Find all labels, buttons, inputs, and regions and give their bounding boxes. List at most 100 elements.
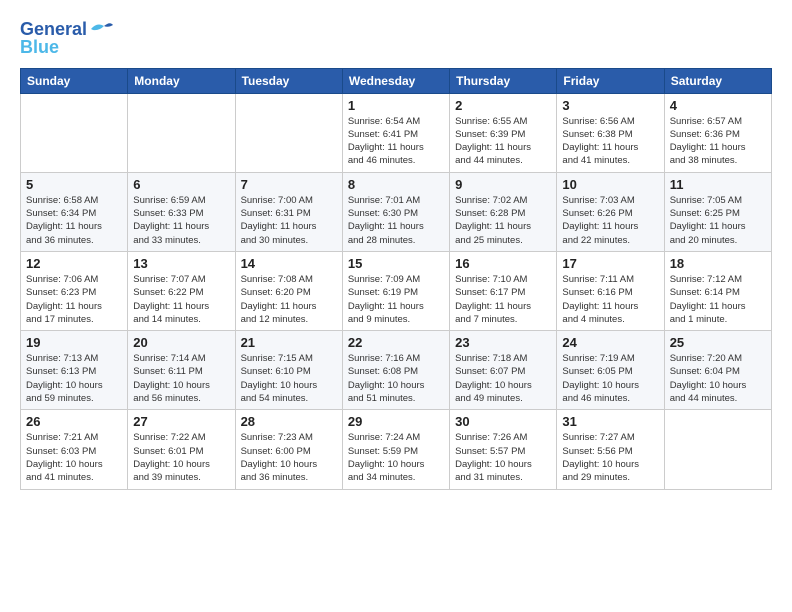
day-info: Sunrise: 7:11 AM Sunset: 6:16 PM Dayligh… xyxy=(562,273,658,326)
calendar-cell: 21 Sunrise: 7:15 AM Sunset: 6:10 PM Dayli… xyxy=(235,331,342,410)
calendar-cell: 4 Sunrise: 6:57 AM Sunset: 6:36 PM Daylig… xyxy=(664,93,771,172)
day-info: Sunrise: 7:10 AM Sunset: 6:17 PM Dayligh… xyxy=(455,273,551,326)
day-number: 18 xyxy=(670,256,766,271)
day-header-sunday: Sunday xyxy=(21,68,128,93)
day-number: 2 xyxy=(455,98,551,113)
day-info: Sunrise: 6:58 AM Sunset: 6:34 PM Dayligh… xyxy=(26,194,122,247)
day-number: 31 xyxy=(562,414,658,429)
day-info: Sunrise: 7:15 AM Sunset: 6:10 PM Dayligh… xyxy=(241,352,337,405)
day-number: 16 xyxy=(455,256,551,271)
calendar-cell: 13 Sunrise: 7:07 AM Sunset: 6:22 PM Dayli… xyxy=(128,251,235,330)
day-header-wednesday: Wednesday xyxy=(342,68,449,93)
calendar-cell: 14 Sunrise: 7:08 AM Sunset: 6:20 PM Dayli… xyxy=(235,251,342,330)
calendar-cell: 1 Sunrise: 6:54 AM Sunset: 6:41 PM Daylig… xyxy=(342,93,449,172)
day-number: 4 xyxy=(670,98,766,113)
day-number: 28 xyxy=(241,414,337,429)
day-info: Sunrise: 7:05 AM Sunset: 6:25 PM Dayligh… xyxy=(670,194,766,247)
day-info: Sunrise: 7:07 AM Sunset: 6:22 PM Dayligh… xyxy=(133,273,229,326)
logo-blue: Blue xyxy=(20,38,113,58)
day-number: 23 xyxy=(455,335,551,350)
calendar-cell: 18 Sunrise: 7:12 AM Sunset: 6:14 PM Dayli… xyxy=(664,251,771,330)
day-number: 22 xyxy=(348,335,444,350)
day-info: Sunrise: 7:23 AM Sunset: 6:00 PM Dayligh… xyxy=(241,431,337,484)
calendar-cell xyxy=(235,93,342,172)
day-number: 15 xyxy=(348,256,444,271)
calendar-week-5: 26 Sunrise: 7:21 AM Sunset: 6:03 PM Dayli… xyxy=(21,410,772,489)
day-info: Sunrise: 7:01 AM Sunset: 6:30 PM Dayligh… xyxy=(348,194,444,247)
day-header-saturday: Saturday xyxy=(664,68,771,93)
day-number: 26 xyxy=(26,414,122,429)
calendar-cell: 22Sunrise: 7:16 AM Sunset: 6:08 PM Dayli… xyxy=(342,331,449,410)
day-info: Sunrise: 7:26 AM Sunset: 5:57 PM Dayligh… xyxy=(455,431,551,484)
calendar-cell: 20 Sunrise: 7:14 AM Sunset: 6:11 PM Dayli… xyxy=(128,331,235,410)
day-info: Sunrise: 7:22 AM Sunset: 6:01 PM Dayligh… xyxy=(133,431,229,484)
page-header: General Blue xyxy=(20,20,772,58)
calendar-cell xyxy=(21,93,128,172)
day-number: 14 xyxy=(241,256,337,271)
day-number: 10 xyxy=(562,177,658,192)
calendar-cell: 17 Sunrise: 7:11 AM Sunset: 6:16 PM Dayli… xyxy=(557,251,664,330)
calendar-cell: 10 Sunrise: 7:03 AM Sunset: 6:26 PM Dayli… xyxy=(557,172,664,251)
calendar-cell: 8Sunrise: 7:01 AM Sunset: 6:30 PM Daylig… xyxy=(342,172,449,251)
day-info: Sunrise: 7:21 AM Sunset: 6:03 PM Dayligh… xyxy=(26,431,122,484)
day-number: 9 xyxy=(455,177,551,192)
day-number: 27 xyxy=(133,414,229,429)
calendar-cell: 15 Sunrise: 7:09 AM Sunset: 6:19 PM Dayli… xyxy=(342,251,449,330)
calendar-cell: 2 Sunrise: 6:55 AM Sunset: 6:39 PM Daylig… xyxy=(450,93,557,172)
calendar-cell: 26 Sunrise: 7:21 AM Sunset: 6:03 PM Dayli… xyxy=(21,410,128,489)
day-number: 6 xyxy=(133,177,229,192)
calendar-cell: 5 Sunrise: 6:58 AM Sunset: 6:34 PM Daylig… xyxy=(21,172,128,251)
day-info: Sunrise: 7:08 AM Sunset: 6:20 PM Dayligh… xyxy=(241,273,337,326)
calendar-week-4: 19Sunrise: 7:13 AM Sunset: 6:13 PM Dayli… xyxy=(21,331,772,410)
calendar-cell: 7 Sunrise: 7:00 AM Sunset: 6:31 PM Daylig… xyxy=(235,172,342,251)
day-number: 7 xyxy=(241,177,337,192)
day-number: 25 xyxy=(670,335,766,350)
day-number: 17 xyxy=(562,256,658,271)
day-number: 29 xyxy=(348,414,444,429)
day-info: Sunrise: 7:03 AM Sunset: 6:26 PM Dayligh… xyxy=(562,194,658,247)
calendar-cell: 27 Sunrise: 7:22 AM Sunset: 6:01 PM Dayli… xyxy=(128,410,235,489)
logo: General Blue xyxy=(20,20,113,58)
day-info: Sunrise: 6:55 AM Sunset: 6:39 PM Dayligh… xyxy=(455,115,551,168)
day-number: 1 xyxy=(348,98,444,113)
day-header-friday: Friday xyxy=(557,68,664,93)
calendar-cell xyxy=(664,410,771,489)
calendar-cell: 16 Sunrise: 7:10 AM Sunset: 6:17 PM Dayli… xyxy=(450,251,557,330)
day-number: 12 xyxy=(26,256,122,271)
calendar-cell: 29 Sunrise: 7:24 AM Sunset: 5:59 PM Dayli… xyxy=(342,410,449,489)
day-info: Sunrise: 7:12 AM Sunset: 6:14 PM Dayligh… xyxy=(670,273,766,326)
calendar-cell: 25 Sunrise: 7:20 AM Sunset: 6:04 PM Dayli… xyxy=(664,331,771,410)
calendar-cell: 11Sunrise: 7:05 AM Sunset: 6:25 PM Dayli… xyxy=(664,172,771,251)
day-info: Sunrise: 6:57 AM Sunset: 6:36 PM Dayligh… xyxy=(670,115,766,168)
day-number: 5 xyxy=(26,177,122,192)
day-header-thursday: Thursday xyxy=(450,68,557,93)
day-number: 24 xyxy=(562,335,658,350)
calendar-week-2: 5 Sunrise: 6:58 AM Sunset: 6:34 PM Daylig… xyxy=(21,172,772,251)
day-header-monday: Monday xyxy=(128,68,235,93)
day-info: Sunrise: 7:02 AM Sunset: 6:28 PM Dayligh… xyxy=(455,194,551,247)
day-info: Sunrise: 7:14 AM Sunset: 6:11 PM Dayligh… xyxy=(133,352,229,405)
day-number: 19 xyxy=(26,335,122,350)
day-number: 3 xyxy=(562,98,658,113)
day-number: 13 xyxy=(133,256,229,271)
calendar-cell: 3Sunrise: 6:56 AM Sunset: 6:38 PM Daylig… xyxy=(557,93,664,172)
calendar-cell: 24Sunrise: 7:19 AM Sunset: 6:05 PM Dayli… xyxy=(557,331,664,410)
calendar-table: SundayMondayTuesdayWednesdayThursdayFrid… xyxy=(20,68,772,490)
calendar-cell: 6 Sunrise: 6:59 AM Sunset: 6:33 PM Daylig… xyxy=(128,172,235,251)
day-info: Sunrise: 6:54 AM Sunset: 6:41 PM Dayligh… xyxy=(348,115,444,168)
calendar-cell: 23 Sunrise: 7:18 AM Sunset: 6:07 PM Dayli… xyxy=(450,331,557,410)
calendar-cell xyxy=(128,93,235,172)
day-info: Sunrise: 7:00 AM Sunset: 6:31 PM Dayligh… xyxy=(241,194,337,247)
day-number: 20 xyxy=(133,335,229,350)
day-number: 21 xyxy=(241,335,337,350)
day-info: Sunrise: 7:09 AM Sunset: 6:19 PM Dayligh… xyxy=(348,273,444,326)
calendar-cell: 31Sunrise: 7:27 AM Sunset: 5:56 PM Dayli… xyxy=(557,410,664,489)
day-info: Sunrise: 7:24 AM Sunset: 5:59 PM Dayligh… xyxy=(348,431,444,484)
day-info: Sunrise: 7:18 AM Sunset: 6:07 PM Dayligh… xyxy=(455,352,551,405)
day-info: Sunrise: 6:59 AM Sunset: 6:33 PM Dayligh… xyxy=(133,194,229,247)
calendar-cell: 28 Sunrise: 7:23 AM Sunset: 6:00 PM Dayli… xyxy=(235,410,342,489)
calendar-cell: 9 Sunrise: 7:02 AM Sunset: 6:28 PM Daylig… xyxy=(450,172,557,251)
calendar-week-3: 12Sunrise: 7:06 AM Sunset: 6:23 PM Dayli… xyxy=(21,251,772,330)
calendar-header-row: SundayMondayTuesdayWednesdayThursdayFrid… xyxy=(21,68,772,93)
day-info: Sunrise: 7:20 AM Sunset: 6:04 PM Dayligh… xyxy=(670,352,766,405)
